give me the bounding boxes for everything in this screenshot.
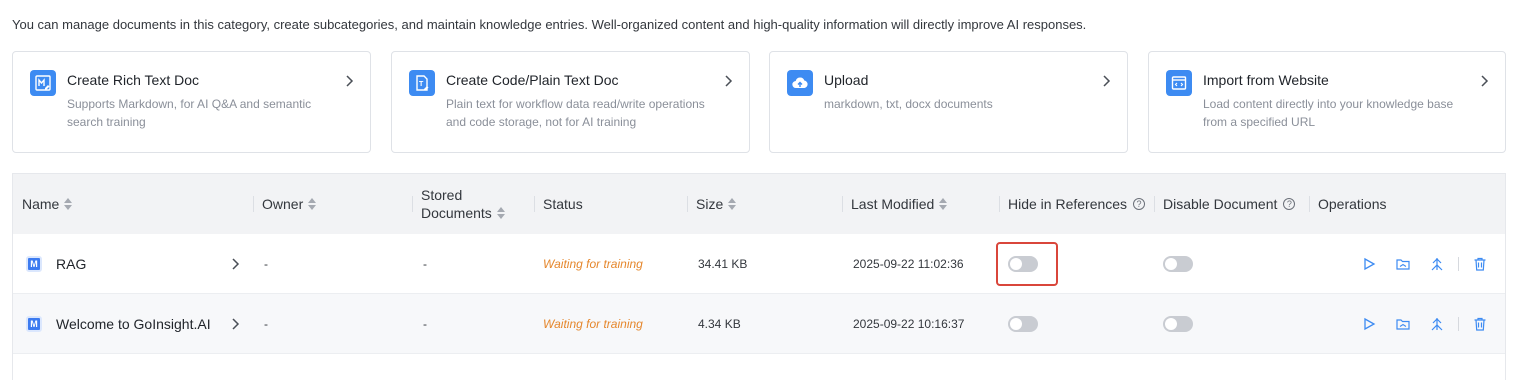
disable-document-toggle[interactable] (1163, 256, 1193, 272)
column-header-name[interactable]: Name (22, 174, 73, 234)
card-title: Upload (824, 72, 869, 88)
document-name-cell[interactable]: M Welcome to GoInsight.AI (26, 294, 211, 354)
status-cell: Waiting for training (543, 257, 643, 271)
size-cell: 4.34 KB (698, 317, 741, 331)
card-description: Supports Markdown, for AI Q&A and semant… (67, 97, 312, 129)
header-label: Name (22, 196, 60, 212)
stored-documents-cell: - (423, 317, 427, 331)
chevron-right-icon (346, 75, 354, 87)
expand-chevron-icon[interactable] (231, 257, 241, 271)
help-icon[interactable]: ? (1133, 198, 1146, 210)
chevron-right-icon (1103, 75, 1111, 87)
header-label: Operations (1318, 196, 1387, 212)
header-label: Hide in References (1008, 196, 1128, 212)
card-title: Create Code/Plain Text Doc (446, 72, 619, 88)
create-rich-text-card[interactable]: Create Rich Text Doc Supports Markdown, … (12, 51, 371, 153)
header-label: Owner (262, 196, 304, 212)
move-icon[interactable] (1430, 257, 1444, 271)
disable-document-cell (1163, 294, 1193, 354)
import-website-card[interactable]: Import from Website Load content directl… (1148, 51, 1506, 153)
operation-divider (1458, 257, 1459, 271)
markdown-file-icon: M (26, 256, 42, 272)
stored-documents-cell: - (423, 257, 427, 271)
column-divider (1309, 196, 1310, 212)
documents-table: Name Owner Stored Documents Status Size … (12, 173, 1506, 380)
header-label: Documents (421, 205, 492, 221)
column-divider (1154, 196, 1155, 212)
last-modified-cell: 2025-09-22 10:16:37 (853, 317, 965, 331)
trash-icon[interactable] (1473, 317, 1487, 331)
column-divider (687, 196, 688, 212)
owner-cell: - (264, 257, 268, 271)
sort-icon[interactable] (728, 197, 737, 211)
sort-icon[interactable] (64, 197, 73, 211)
code-doc-icon: T (409, 70, 435, 96)
help-icon[interactable]: ? (1283, 198, 1296, 210)
sort-icon[interactable] (939, 197, 948, 211)
sort-icon[interactable] (496, 206, 505, 220)
chevron-right-icon (725, 75, 733, 87)
operation-divider (1458, 317, 1459, 331)
disable-document-toggle[interactable] (1163, 316, 1193, 332)
column-header-disable-document: Disable Document? (1154, 174, 1296, 234)
website-import-icon (1166, 70, 1192, 96)
trash-icon[interactable] (1473, 257, 1487, 271)
folder-icon[interactable] (1396, 317, 1410, 331)
card-description: Load content directly into your knowledg… (1203, 97, 1454, 129)
column-divider (253, 196, 254, 212)
hide-in-references-toggle[interactable] (1008, 316, 1038, 332)
header-label: Last Modified (851, 196, 935, 212)
column-header-last-modified[interactable]: Last Modified (842, 174, 948, 234)
card-description: markdown, txt, docx documents (824, 97, 993, 111)
column-divider (999, 196, 1000, 212)
document-name-cell[interactable]: M RAG (26, 234, 86, 294)
upload-card[interactable]: Upload markdown, txt, docx documents (769, 51, 1128, 153)
play-icon[interactable] (1362, 257, 1376, 271)
document-name[interactable]: RAG (56, 256, 86, 272)
owner-cell: - (264, 317, 268, 331)
table-header: Name Owner Stored Documents Status Size … (13, 174, 1505, 234)
svg-text:T: T (419, 81, 424, 88)
header-label: Stored (421, 187, 463, 203)
operations-cell (1362, 294, 1507, 354)
table-row[interactable]: M RAG - - Waiting for training 34.41 KB … (13, 234, 1505, 294)
column-header-owner[interactable]: Owner (253, 174, 317, 234)
card-title: Import from Website (1203, 72, 1329, 88)
markdown-doc-icon (30, 70, 56, 96)
status-cell: Waiting for training (543, 317, 643, 331)
column-header-stored-documents[interactable]: Stored Documents (412, 174, 505, 234)
size-cell: 34.41 KB (698, 257, 748, 271)
hide-in-references-cell (1008, 294, 1038, 354)
header-label: Status (543, 196, 583, 212)
column-divider (412, 196, 413, 212)
sort-icon[interactable] (308, 197, 317, 211)
move-icon[interactable] (1430, 317, 1444, 331)
create-code-text-card[interactable]: T Create Code/Plain Text Doc Plain text … (391, 51, 750, 153)
column-header-size[interactable]: Size (687, 174, 737, 234)
column-divider (534, 196, 535, 212)
disable-document-cell (1163, 234, 1193, 294)
card-description: Plain text for workflow data read/write … (446, 97, 705, 129)
table-row[interactable]: M Welcome to GoInsight.AI - - Waiting fo… (13, 294, 1505, 354)
markdown-file-icon: M (26, 316, 42, 332)
folder-icon[interactable] (1396, 257, 1410, 271)
column-header-status: Status (534, 174, 583, 234)
cloud-upload-icon (787, 70, 813, 96)
column-header-hide-in-references: Hide in References? (999, 174, 1146, 234)
header-label: Disable Document (1163, 196, 1278, 212)
chevron-right-icon (1481, 75, 1489, 87)
operations-cell (1362, 234, 1507, 294)
header-label: Size (696, 196, 724, 212)
expand-chevron-icon[interactable] (231, 317, 241, 331)
column-divider (842, 196, 843, 212)
document-name[interactable]: Welcome to GoInsight.AI (56, 316, 211, 332)
highlight-box (996, 242, 1058, 286)
column-header-operations: Operations (1309, 174, 1387, 234)
play-icon[interactable] (1362, 317, 1376, 331)
category-description: You can manage documents in this categor… (12, 17, 1087, 32)
last-modified-cell: 2025-09-22 11:02:36 (853, 257, 964, 271)
card-title: Create Rich Text Doc (67, 72, 200, 88)
create-options: Create Rich Text Doc Supports Markdown, … (12, 51, 1506, 153)
